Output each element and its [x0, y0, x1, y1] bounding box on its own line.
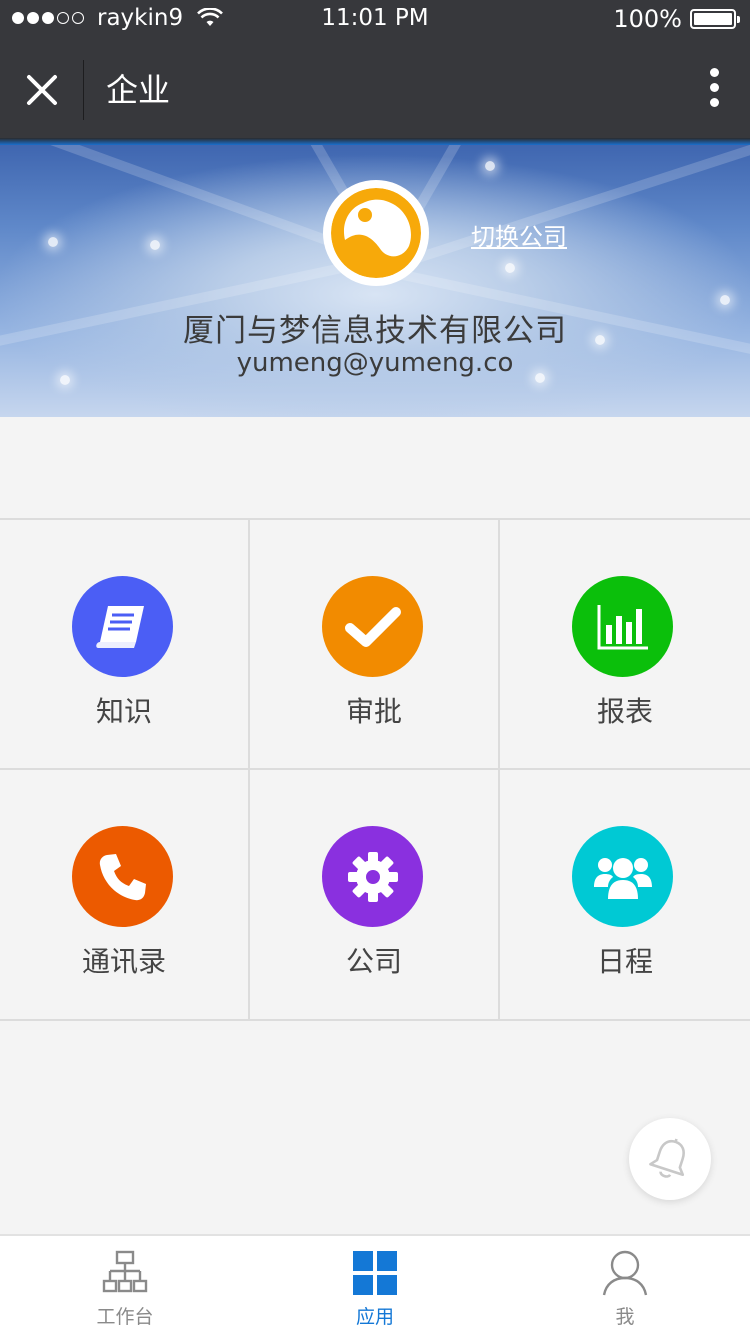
battery-icon	[690, 9, 740, 29]
nav-divider	[83, 60, 84, 120]
people-icon	[572, 826, 673, 927]
more-vertical-icon	[702, 68, 726, 107]
tab-label: 应用	[355, 1306, 394, 1328]
battery-percent: 100%	[613, 5, 682, 33]
company-name: 厦门与梦信息技术有限公司	[183, 313, 567, 349]
switch-company-link[interactable]: 切换公司	[471, 217, 567, 252]
app-label: 知识	[95, 695, 152, 728]
checkmark-icon	[322, 576, 423, 677]
bottom-tab-bar: 工作台 应用 我	[0, 1234, 750, 1334]
notification-button[interactable]	[629, 1118, 711, 1200]
app-knowledge[interactable]: 知识	[0, 520, 250, 770]
close-icon	[27, 75, 57, 105]
tab-me[interactable]: 我	[500, 1236, 750, 1334]
app-contacts[interactable]: 通讯录	[0, 770, 250, 1020]
tab-apps[interactable]: 应用	[250, 1236, 500, 1334]
app-report[interactable]: 报表	[500, 520, 750, 770]
company-email: yumeng@yumeng.co	[236, 348, 514, 378]
page-title: 企业	[106, 71, 171, 109]
phone-icon	[72, 826, 173, 927]
app-grid: 知识 审批 报表 通讯录 公司 日程	[0, 518, 750, 1021]
bar-chart-icon	[572, 576, 673, 677]
nav-bar: 企业	[0, 40, 750, 140]
company-logo-icon	[331, 188, 421, 278]
company-banner: 切换公司 厦门与梦信息技术有限公司 yumeng@yumeng.co	[0, 145, 750, 417]
status-right: 100%	[613, 5, 740, 33]
app-label: 公司	[345, 945, 402, 978]
grid-icon	[353, 1251, 397, 1295]
org-chart-icon	[102, 1250, 148, 1293]
book-icon	[72, 576, 173, 677]
tab-workbench[interactable]: 工作台	[0, 1236, 250, 1334]
app-label: 通讯录	[81, 945, 166, 978]
app-company[interactable]: 公司	[250, 770, 500, 1020]
gear-icon	[322, 826, 423, 927]
user-icon	[602, 1250, 648, 1296]
status-bar: raykin9 11:01 PM 100%	[0, 0, 750, 40]
bell-icon	[649, 1138, 685, 1178]
app-label: 审批	[345, 695, 402, 728]
close-button[interactable]	[22, 70, 62, 110]
app-label: 日程	[596, 945, 653, 978]
company-logo	[323, 180, 429, 286]
app-label: 报表	[596, 695, 653, 728]
nav-accent-line	[0, 138, 750, 145]
app-schedule[interactable]: 日程	[500, 770, 750, 1020]
more-button[interactable]	[702, 68, 726, 112]
app-approval[interactable]: 审批	[250, 520, 500, 770]
tab-label: 工作台	[96, 1306, 154, 1328]
tab-label: 我	[615, 1306, 635, 1328]
